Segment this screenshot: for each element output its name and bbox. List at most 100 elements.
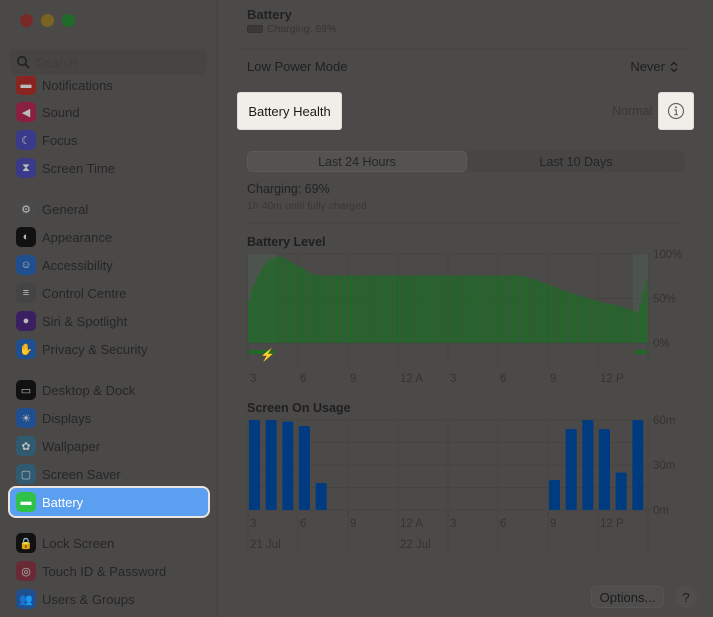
battery-level-bar xyxy=(267,260,270,343)
battery-level-bar xyxy=(537,280,540,343)
sidebar-item-sound[interactable]: ◀ Sound xyxy=(10,98,208,126)
battery-level-bar xyxy=(605,302,608,343)
battery-level-bar xyxy=(545,283,548,343)
battery-level-bar xyxy=(514,275,517,343)
sidebar-item-siri-spotlight[interactable]: ● Siri & Spotlight xyxy=(10,307,208,335)
options-button[interactable]: Options... xyxy=(591,586,664,608)
usage-x-tick-label: 12 P xyxy=(600,518,624,530)
battery-level-bar xyxy=(392,275,395,343)
battery-level-bar xyxy=(520,275,523,343)
screen-usage-bar xyxy=(299,426,310,510)
battery-level-bar xyxy=(318,275,321,343)
battery-level-bar xyxy=(384,275,387,343)
flower-icon: ✿ xyxy=(16,436,36,456)
usage-x-tick-label: 9 xyxy=(550,518,556,530)
battery-level-bar xyxy=(443,275,446,343)
battery-level-bar xyxy=(511,275,514,343)
battery-level-bar xyxy=(296,265,299,343)
sidebar-list[interactable]: ▬ Notifications ◀ Sound ☾ Focus ⧗ Screen Time ⚙ G… xyxy=(0,76,218,617)
search-input[interactable] xyxy=(36,54,196,70)
battery-level-bar xyxy=(395,275,398,343)
search-field[interactable] xyxy=(10,49,207,75)
battery-level-bar xyxy=(341,275,344,343)
sidebar-item-desktop-dock[interactable]: ▭ Desktop & Dock xyxy=(10,376,208,404)
sidebar-item-label: Battery xyxy=(42,494,84,510)
battery-level-bar xyxy=(440,275,443,343)
battery-level-bar xyxy=(588,298,591,343)
usage-x-tick-label: 3 xyxy=(450,518,456,530)
screen-usage-bar xyxy=(565,429,577,510)
battery-x-tick-label: 9 xyxy=(350,373,356,385)
battery-level-bar xyxy=(543,282,546,343)
battery-level-bar xyxy=(568,292,571,343)
battery-level-bar xyxy=(435,275,438,343)
battery-level-bar xyxy=(381,275,384,343)
sidebar-item-focus[interactable]: ☾ Focus xyxy=(10,126,208,154)
sidebar-item-screen-saver[interactable]: ▢ Screen Saver xyxy=(10,460,208,488)
sidebar-item-label: Lock Screen xyxy=(42,535,115,551)
usage-x-tick-label: 6 xyxy=(300,518,306,530)
sidebar-item-label: Privacy & Security xyxy=(42,341,148,357)
sidebar-item-privacy-security[interactable]: ✋ Privacy & Security xyxy=(10,335,208,363)
sidebar-item-wallpaper[interactable]: ✿ Wallpaper xyxy=(10,432,208,460)
sidebar-item-users-groups[interactable]: 👥 Users & Groups xyxy=(10,585,208,613)
sidebar-item-accessibility[interactable]: ☺ Accessibility xyxy=(10,251,208,279)
battery-level-bar xyxy=(622,307,625,343)
battery-level-bar xyxy=(352,275,355,343)
battery-level-bar xyxy=(602,302,605,343)
battery-level-bar xyxy=(579,295,582,343)
battery-level-bar xyxy=(426,275,429,343)
sun-icon: ☀ xyxy=(16,408,36,428)
sidebar-item-notifications[interactable]: ▬ Notifications xyxy=(10,76,208,99)
battery-level-bar xyxy=(636,311,639,343)
sidebar-item-general[interactable]: ⚙ General xyxy=(10,195,208,223)
battery-level-bar xyxy=(463,275,466,343)
battery-x-tick-label: 12 P xyxy=(600,373,624,385)
sidebar-item-battery[interactable]: ▬ Battery xyxy=(8,486,210,518)
minimize-button[interactable] xyxy=(41,14,54,27)
screen-saver-icon: ▢ xyxy=(16,464,36,484)
battery-level-bar xyxy=(534,279,537,343)
battery-level-bar xyxy=(324,275,327,343)
battery-level-bar xyxy=(446,275,449,343)
sidebar-item-touch-id-password[interactable]: ◎ Touch ID & Password xyxy=(10,557,208,585)
battery-level-bar xyxy=(457,275,460,343)
battery-x-tick-label: 12 A xyxy=(400,373,423,385)
usage-y-tick-label: 30m xyxy=(653,460,675,472)
battery-level-bar xyxy=(321,275,324,343)
screen-usage-bar xyxy=(315,483,327,510)
battery-level-bar xyxy=(333,275,336,343)
battery-level-bar xyxy=(483,275,486,343)
sidebar-item-screen-time[interactable]: ⧗ Screen Time xyxy=(10,154,208,182)
battery-level-bar xyxy=(531,278,534,343)
battery-level-bar xyxy=(560,289,563,343)
lock-icon: 🔒 xyxy=(16,533,36,553)
battery-level-bar xyxy=(494,275,497,343)
battery-x-tick-label: 6 xyxy=(500,373,506,385)
usage-x-tick-label: 12 A xyxy=(400,518,423,530)
battery-level-bar xyxy=(562,290,565,343)
sidebar: ▬ Notifications ◀ Sound ☾ Focus ⧗ Screen Time ⚙ G… xyxy=(0,0,218,617)
battery-level-bar xyxy=(290,262,293,343)
sidebar-item-appearance[interactable]: ◐ Appearance xyxy=(10,223,208,251)
close-button[interactable] xyxy=(20,14,33,27)
zoom-button[interactable] xyxy=(62,14,75,27)
battery-level-bar xyxy=(335,275,338,343)
battery-level-bar xyxy=(265,262,268,343)
battery-level-bar xyxy=(528,278,531,343)
battery-level-bar xyxy=(599,302,602,343)
battery-level-bar xyxy=(256,277,259,343)
sidebar-item-control-centre[interactable]: ≡ Control Centre xyxy=(10,279,208,307)
sidebar-item-label: Users & Groups xyxy=(42,591,135,607)
battery-y-tick-label: 0% xyxy=(653,338,670,350)
battery-x-tick-label: 9 xyxy=(550,373,556,385)
battery-level-bar xyxy=(387,275,390,343)
sidebar-item-label: Notifications xyxy=(42,77,113,93)
help-button[interactable]: ? xyxy=(675,586,697,608)
battery-level-bar xyxy=(307,271,310,343)
bell-icon: ▬ xyxy=(16,76,36,95)
battery-level-bar xyxy=(310,273,313,343)
sidebar-item-lock-screen[interactable]: 🔒 Lock Screen xyxy=(10,529,208,557)
battery-level-bar xyxy=(389,275,392,343)
sidebar-item-displays[interactable]: ☀ Displays xyxy=(10,404,208,432)
